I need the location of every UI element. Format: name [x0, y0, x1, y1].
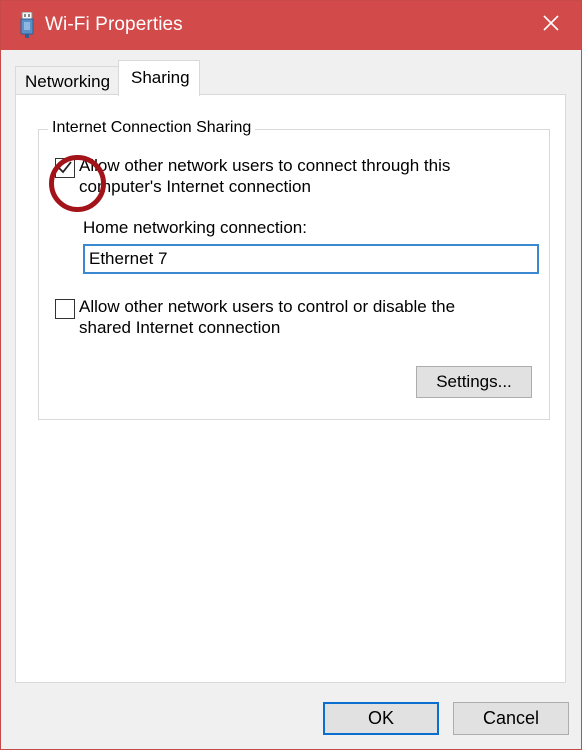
- close-button[interactable]: [521, 1, 581, 50]
- internet-connection-sharing-group: Internet Connection Sharing Allow other …: [38, 119, 550, 420]
- window-title: Wi-Fi Properties: [45, 14, 183, 35]
- cancel-button[interactable]: Cancel: [453, 702, 569, 735]
- tab-networking[interactable]: Networking: [15, 66, 119, 96]
- home-connection-field[interactable]: [83, 244, 539, 274]
- close-icon: [543, 15, 559, 36]
- allow-connect-label[interactable]: Allow other network users to connect thr…: [79, 155, 499, 197]
- tab-strip: Networking Sharing: [1, 50, 581, 96]
- ok-button[interactable]: OK: [323, 702, 439, 735]
- wifi-adapter-icon: [19, 11, 35, 38]
- group-title: Internet Connection Sharing: [48, 119, 256, 137]
- allow-control-label[interactable]: Allow other network users to control or …: [79, 296, 499, 338]
- allow-control-checkbox[interactable]: [55, 299, 75, 319]
- properties-dialog: Wi-Fi Properties Networking Sharing Inte…: [0, 0, 582, 750]
- settings-button[interactable]: Settings...: [416, 366, 532, 398]
- sharing-tab-panel: Internet Connection Sharing Allow other …: [15, 94, 566, 683]
- allow-connect-checkbox[interactable]: [55, 158, 75, 178]
- tab-sharing[interactable]: Sharing: [118, 60, 200, 96]
- title-bar[interactable]: Wi-Fi Properties: [1, 1, 581, 50]
- home-connection-label: Home networking connection:: [83, 218, 307, 237]
